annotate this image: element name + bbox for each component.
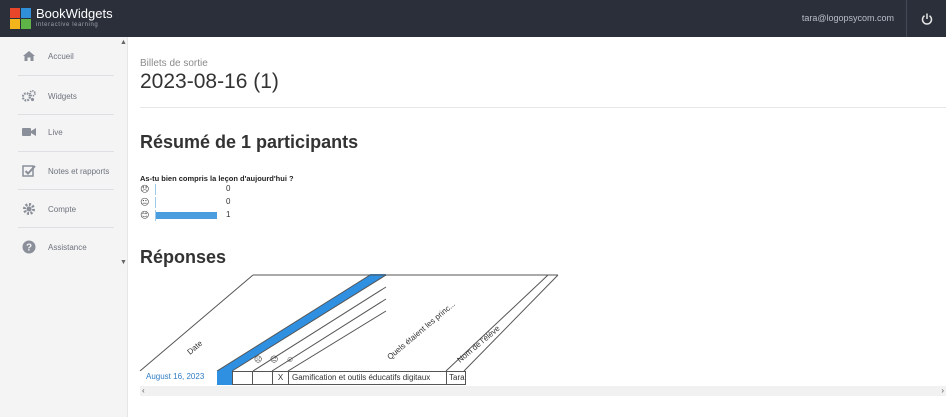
svg-text:?: ?: [26, 243, 32, 254]
breadcrumb[interactable]: Billets de sortie: [140, 58, 208, 69]
video-camera-icon: [22, 125, 36, 139]
sidebar-divider: [18, 75, 114, 76]
brand-tagline: interactive learning: [36, 22, 99, 28]
chart-row: 😞 0: [140, 184, 230, 195]
header-student-name: Nom de l'élève: [456, 323, 503, 364]
main-content: Billets de sortie 2023-08-16 (1) Résumé …: [128, 37, 946, 417]
power-icon: [921, 13, 932, 25]
responses-table-header: Date As-tu bien compris la l... ☹ 😐 ☺ Qu…: [139, 274, 559, 371]
top-bar: BookWidgets interactive learning tara@lo…: [0, 0, 946, 37]
header-sad-icon: ☹: [254, 355, 262, 364]
summary-title: Résumé de 1 participants: [140, 132, 359, 152]
scroll-up-arrow-icon[interactable]: ▲: [120, 39, 127, 46]
chart-bar: [156, 212, 217, 219]
chart-row: 😐 0: [140, 197, 230, 208]
chart-bar-count: 0: [226, 184, 231, 193]
sidebar-item-label: Notes et rapports: [48, 166, 110, 176]
horizontal-scrollbar[interactable]: ‹ ›: [140, 386, 946, 396]
neutral-face-icon: 😐: [140, 197, 150, 207]
sidebar-scrollbar[interactable]: ▲ ▼: [118, 37, 128, 417]
sidebar-item-label: Accueil: [48, 51, 74, 61]
page-title: 2023-08-16 (1): [140, 70, 279, 93]
sidebar-item-compte[interactable]: Compte: [0, 190, 118, 228]
header-question-2: Quels étaient les princ...: [386, 299, 458, 361]
response-sad-cell: [232, 371, 253, 385]
bookwidgets-logo[interactable]: BookWidgets interactive learning: [10, 7, 113, 29]
responses-title: Réponses: [140, 247, 227, 267]
response-name-cell: Tara: [446, 371, 466, 385]
brand-name: BookWidgets: [36, 6, 113, 21]
sidebar-item-live[interactable]: Live: [0, 113, 118, 151]
checkbox-icon: [22, 164, 36, 178]
header-date: Date: [186, 338, 205, 356]
scroll-right-arrow-icon[interactable]: ›: [941, 386, 944, 395]
sidebar-item-accueil[interactable]: Accueil: [0, 37, 118, 75]
header-highlight-band: [217, 275, 386, 371]
sidebar-item-label: Compte: [48, 204, 77, 214]
scroll-down-arrow-icon[interactable]: ▼: [120, 259, 127, 266]
happy-face-icon: 😊: [140, 210, 150, 220]
logo-icon: [10, 7, 31, 29]
sidebar-item-assistance[interactable]: ? Assistance: [0, 228, 118, 266]
chart-bar-count: 0: [226, 197, 231, 206]
sidebar-item-notes-et-rapports[interactable]: Notes et rapports: [0, 152, 118, 190]
sidebar: Accueil Widgets Live Notes et rapports C…: [0, 37, 128, 417]
scroll-left-arrow-icon[interactable]: ‹: [142, 386, 145, 395]
sidebar-item-label: Widgets: [48, 91, 77, 101]
chart-axis: [155, 197, 156, 208]
question-icon: ?: [22, 240, 36, 254]
response-date-link[interactable]: August 16, 2023: [140, 371, 218, 385]
chart-axis: [155, 184, 156, 195]
header-happy-icon: ☺: [286, 355, 294, 364]
logout-button[interactable]: [906, 0, 946, 37]
response-answer-cell: Gamification et outils éducatifs digitau…: [288, 371, 447, 385]
chart-bar-count: 1: [226, 210, 231, 219]
response-happy-cell: X: [272, 371, 289, 385]
response-highlight-cell: [217, 371, 233, 385]
home-icon: [22, 49, 36, 63]
chart-row: 😊 1: [140, 210, 230, 221]
gear-icon: [22, 202, 36, 216]
response-neutral-cell: [252, 371, 273, 385]
sidebar-item-label: Assistance: [48, 242, 87, 252]
header-neutral-icon: 😐: [270, 355, 278, 364]
sidebar-item-widgets[interactable]: Widgets: [0, 77, 118, 115]
sidebar-item-label: Live: [48, 127, 63, 137]
question-title: As-tu bien compris la leçon d'aujourd'hu…: [140, 174, 294, 183]
sad-face-icon: 😞: [140, 184, 150, 194]
gears-icon: [22, 89, 36, 103]
user-email[interactable]: tara@logopsycom.com: [802, 13, 894, 23]
divider: [140, 107, 946, 108]
